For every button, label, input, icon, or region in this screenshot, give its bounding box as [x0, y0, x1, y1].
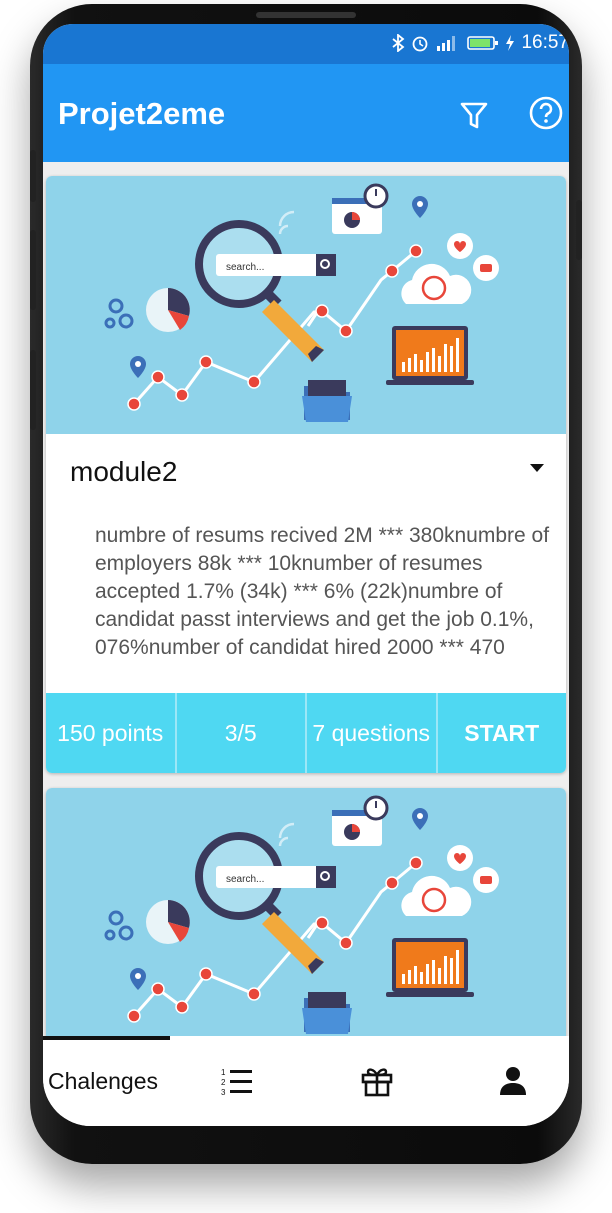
svg-text:2: 2 — [221, 1078, 226, 1087]
ranking-list-icon: 123 — [221, 1068, 252, 1096]
filter-icon[interactable] — [457, 98, 491, 132]
tab-profile[interactable] — [481, 1036, 545, 1126]
app-bar: Projet2eme — [43, 64, 569, 162]
module-title: module2 — [70, 456, 178, 487]
battery-icon — [467, 36, 499, 50]
svg-text:1: 1 — [221, 1068, 226, 1077]
bottom-navigation: Chalenges 123 — [43, 1036, 569, 1126]
progress-stat: 3/5 — [177, 693, 307, 773]
tab-challenges-label: Chalenges — [48, 1067, 158, 1094]
app-screen: 16:57 Projet2eme module2 numbre of resum… — [43, 24, 569, 1126]
questions-stat: 7 questions — [307, 693, 438, 773]
phone-speaker — [256, 12, 356, 18]
points-stat: 150 points — [46, 693, 177, 773]
signal-icon — [437, 36, 456, 51]
tab-rewards[interactable] — [343, 1036, 411, 1126]
tab-challenges[interactable]: Chalenges — [43, 1036, 163, 1126]
app-title: Projet2eme — [58, 96, 226, 131]
phone-side-button — [30, 150, 36, 202]
phone-side-button — [30, 350, 36, 430]
expand-arrow-icon[interactable] — [530, 464, 544, 472]
module-description: numbre of resums recived 2M *** 380knumb… — [95, 524, 550, 659]
svg-text:3: 3 — [221, 1088, 226, 1096]
charging-icon — [506, 35, 515, 51]
alarm-icon — [413, 36, 428, 52]
help-icon[interactable] — [527, 94, 565, 132]
bluetooth-icon — [392, 34, 405, 52]
module-card[interactable]: module2 numbre of resums recived 2M *** … — [46, 176, 566, 773]
gift-icon — [361, 1068, 393, 1097]
phone-side-button — [30, 230, 36, 310]
tab-ranking[interactable]: 123 — [203, 1036, 271, 1126]
module-stats-bar: 150 points 3/5 7 questions START — [46, 693, 566, 773]
status-bar: 16:57 — [43, 24, 569, 64]
profile-icon — [500, 1067, 526, 1095]
module-illustration — [46, 788, 566, 1046]
module-illustration — [46, 176, 566, 434]
status-time: 16:57 — [521, 32, 569, 53]
start-button[interactable]: START — [438, 693, 567, 773]
phone-side-button — [576, 200, 582, 260]
